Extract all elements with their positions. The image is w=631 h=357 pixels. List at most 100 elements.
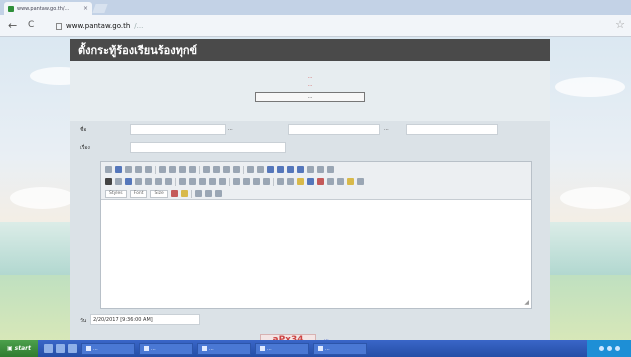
date-field[interactable]: 2/20/2017 [9:36:00 AM] xyxy=(90,314,200,325)
rich-text-editor[interactable]: Styles Font Size ◢ xyxy=(100,161,532,309)
taskbar-item[interactable]: ... xyxy=(197,342,251,355)
size-select[interactable]: Size xyxy=(150,189,168,198)
url-field[interactable]: www.pantaw.go.th /... xyxy=(52,19,612,33)
start-button[interactable]: ▣ start xyxy=(0,340,38,357)
maximize-icon[interactable] xyxy=(194,190,202,197)
show-blocks-icon[interactable] xyxy=(204,190,212,197)
button-icon[interactable] xyxy=(327,166,334,173)
unlink-icon[interactable] xyxy=(287,178,294,185)
toolbar-divider xyxy=(175,177,176,186)
tray-icon[interactable] xyxy=(598,346,604,351)
select-field-icon[interactable] xyxy=(317,166,324,173)
paste-icon[interactable] xyxy=(179,166,186,173)
toolbar-divider xyxy=(243,165,244,174)
about-icon[interactable] xyxy=(214,190,222,197)
source-icon[interactable] xyxy=(105,166,112,173)
styles-select[interactable]: Styles xyxy=(105,189,127,198)
tab-close-icon[interactable]: × xyxy=(83,5,88,12)
task-label: ... xyxy=(151,345,156,352)
cloud-decoration xyxy=(10,187,75,209)
page-viewport: ตั้งกระทู้ร้องเรียนร้องทุกข์ ... ... ...… xyxy=(0,37,631,340)
tray-icon[interactable] xyxy=(606,346,612,351)
image-icon[interactable] xyxy=(307,178,314,185)
align-left-icon[interactable] xyxy=(233,178,240,185)
replace-icon[interactable] xyxy=(233,166,240,173)
print-icon[interactable] xyxy=(145,166,152,173)
smiley-icon[interactable] xyxy=(347,178,354,185)
start-label: start xyxy=(14,345,31,352)
bookmark-star-icon[interactable]: ☆ xyxy=(615,18,625,31)
checkbox-icon[interactable] xyxy=(277,166,284,173)
taskbar-item[interactable]: ... xyxy=(255,342,309,355)
reload-icon[interactable]: C xyxy=(28,20,34,30)
subject-label: เรื่อง xyxy=(80,145,90,151)
new-page-icon[interactable] xyxy=(125,166,132,173)
text-color-icon[interactable] xyxy=(170,190,178,197)
task-app-icon xyxy=(260,346,265,351)
date-label: วัน xyxy=(80,318,87,324)
numbered-list-icon[interactable] xyxy=(179,178,186,185)
table-icon[interactable] xyxy=(327,178,334,185)
underline-icon[interactable] xyxy=(125,178,132,185)
cut-icon[interactable] xyxy=(159,166,166,173)
phone-label: ... xyxy=(228,126,233,132)
flash-icon[interactable] xyxy=(317,178,324,185)
indent-icon[interactable] xyxy=(209,178,216,185)
cloud-decoration xyxy=(555,77,625,97)
url-path: /... xyxy=(134,22,144,30)
link-icon[interactable] xyxy=(277,178,284,185)
align-center-icon[interactable] xyxy=(243,178,250,185)
phone-field[interactable] xyxy=(288,124,380,135)
form-icon[interactable] xyxy=(267,166,274,173)
bulleted-list-icon[interactable] xyxy=(189,178,196,185)
name-field[interactable] xyxy=(130,124,226,135)
remove-format-icon[interactable] xyxy=(165,178,172,185)
bold-icon[interactable] xyxy=(105,178,112,185)
superscript-icon[interactable] xyxy=(155,178,162,185)
bg-color-icon[interactable] xyxy=(180,190,188,197)
taskbar-item[interactable]: ... xyxy=(81,342,135,355)
horizontal-rule-icon[interactable] xyxy=(337,178,344,185)
italic-icon[interactable] xyxy=(115,178,122,185)
email-field[interactable] xyxy=(406,124,498,135)
back-icon[interactable]: ← xyxy=(8,19,17,32)
font-select[interactable]: Font xyxy=(129,189,148,198)
toolbar-divider xyxy=(190,189,192,198)
preview-icon[interactable] xyxy=(135,166,142,173)
outdent-icon[interactable] xyxy=(199,178,206,185)
textfield-icon[interactable] xyxy=(297,166,304,173)
textarea-icon[interactable] xyxy=(307,166,314,173)
special-char-icon[interactable] xyxy=(357,178,364,185)
anchor-icon[interactable] xyxy=(297,178,304,185)
radio-icon[interactable] xyxy=(287,166,294,173)
taskbar-item[interactable]: ... xyxy=(139,342,193,355)
blockquote-icon[interactable] xyxy=(219,178,226,185)
quick-launch-icon[interactable] xyxy=(68,344,77,353)
new-tab-button[interactable] xyxy=(92,4,108,13)
browser-tab[interactable]: www.pantaw.go.th/... × xyxy=(4,2,92,15)
quick-launch-icon[interactable] xyxy=(44,344,53,353)
cloud-decoration xyxy=(560,187,630,209)
notice-line: ... xyxy=(307,82,313,88)
save-icon[interactable] xyxy=(115,166,122,173)
select-all-icon[interactable] xyxy=(247,166,254,173)
align-right-icon[interactable] xyxy=(253,178,260,185)
complaint-panel: ตั้งกระทู้ร้องเรียนร้องทุกข์ ... ... ...… xyxy=(70,39,550,340)
spellcheck-icon[interactable] xyxy=(257,166,264,173)
resize-handle-icon[interactable]: ◢ xyxy=(524,299,529,306)
taskbar-item[interactable]: ... xyxy=(313,342,367,355)
subject-field[interactable] xyxy=(130,142,286,153)
justify-icon[interactable] xyxy=(263,178,270,185)
form-link-button[interactable]: ... xyxy=(255,92,365,102)
quick-launch-icon[interactable] xyxy=(56,344,65,353)
copy-icon[interactable] xyxy=(169,166,176,173)
tray-icon[interactable] xyxy=(614,346,620,351)
toolbar-row: Styles Font Size xyxy=(105,188,527,199)
redo-icon[interactable] xyxy=(213,166,220,173)
strike-icon[interactable] xyxy=(135,178,142,185)
find-icon[interactable] xyxy=(223,166,230,173)
editor-content-area[interactable] xyxy=(101,200,531,308)
subscript-icon[interactable] xyxy=(145,178,152,185)
undo-icon[interactable] xyxy=(203,166,210,173)
paste-text-icon[interactable] xyxy=(189,166,196,173)
